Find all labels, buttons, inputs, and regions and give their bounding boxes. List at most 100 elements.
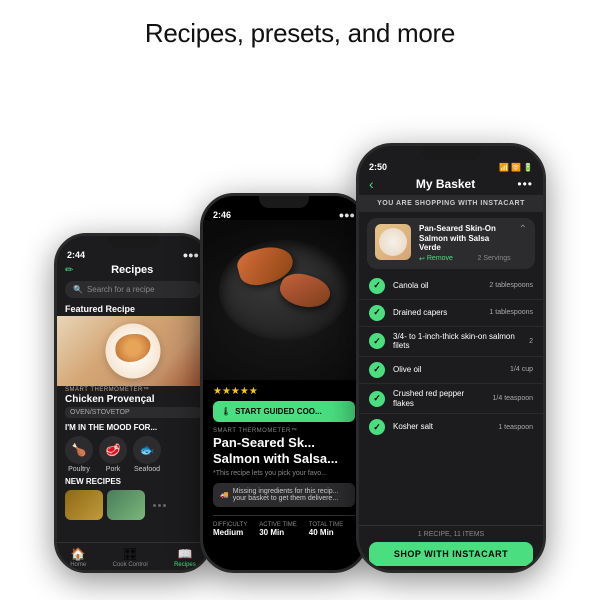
recipe-card[interactable]: Pan-Seared Skin-On Salmon with Salsa Ver… xyxy=(367,218,535,269)
ingredient-kosher-salt: ✓ Kosher salt 1 teaspoon xyxy=(359,414,543,440)
mid-stats: DIFFICULTY Medium ACTIVE TIME 30 Min TOT… xyxy=(213,515,355,537)
basket-footer: 1 RECIPE, 11 ITEMS SHOP WITH INSTACART xyxy=(359,525,543,570)
recipes-title: Recipes xyxy=(111,264,153,276)
recipe-card-info: Pan-Seared Skin-On Salmon with Salsa Ver… xyxy=(419,224,511,263)
mid-tag: SMART THERMOMETER™ xyxy=(213,428,355,434)
phone-right: 2:50 📶 🛜 🔋 ‹ My Basket ••• YOU ARE SHOPP… xyxy=(356,143,546,573)
notch-middle xyxy=(259,196,309,208)
recipe-method-badge: OVEN/STOVETOP xyxy=(65,407,201,418)
poultry-icon: 🍗 xyxy=(65,436,93,464)
servings-label: 2 Servings xyxy=(478,255,511,263)
ingredient-amount-salt: 1 teaspoon xyxy=(498,424,533,431)
shop-with-instacart-button[interactable]: SHOP WITH INSTACART xyxy=(369,542,533,566)
search-bar[interactable]: 🔍 Search for a recipe xyxy=(65,281,201,298)
mid-recipe-name: Pan-Seared Sk... Salmon with Salsa... xyxy=(213,435,355,466)
recipe-name-left: Chicken Provençal xyxy=(57,394,209,405)
nav-cook-control[interactable]: 🎛 Cook Control xyxy=(113,547,148,568)
page-title: Recipes, presets, and more xyxy=(145,0,455,63)
start-cooking-label: START GUIDED COO... xyxy=(235,407,322,416)
cook-control-icon: 🎛 xyxy=(123,547,138,561)
recipes-header: ✏ Recipes xyxy=(57,260,209,279)
mid-missing-text: Missing ingredients for this recip... yo… xyxy=(233,488,348,502)
check-pepper[interactable]: ✓ xyxy=(369,391,385,407)
start-cooking-button[interactable]: 🌡 START GUIDED COO... xyxy=(213,401,355,422)
nav-recipes-label: Recipes xyxy=(174,562,196,568)
notch-right xyxy=(421,146,481,160)
ingredient-amount-canola: 2 tablespoons xyxy=(489,282,533,289)
featured-image xyxy=(57,316,209,386)
recipe-thumb-1[interactable] xyxy=(65,490,103,520)
status-bar-right: 2:50 📶 🛜 🔋 xyxy=(359,160,543,172)
ingredient-name-capers: Drained capers xyxy=(393,308,481,318)
remove-icon: ↩ xyxy=(419,255,425,263)
nav-recipes[interactable]: 📖 Recipes xyxy=(174,547,196,568)
phone-left: 2:44 ●●● ✏ Recipes 🔍 Search for a recipe… xyxy=(54,233,212,573)
remove-label: Remove xyxy=(427,255,453,262)
edit-icon: ✏ xyxy=(65,265,73,276)
recipe-thumb-2[interactable] xyxy=(107,490,145,520)
ingredient-name-pepper: Crushed red pepper flakes xyxy=(393,389,485,408)
ingredient-canola-oil: ✓ Canola oil 2 tablespoons xyxy=(359,273,543,300)
ingredient-amount-pepper: 1/4 teaspoon xyxy=(493,395,533,402)
signal-middle: ●●● xyxy=(339,210,355,220)
remove-action[interactable]: ↩ Remove xyxy=(419,255,453,263)
ingredient-name-canola: Canola oil xyxy=(393,281,481,291)
check-canola[interactable]: ✓ xyxy=(369,278,385,294)
ingredient-name-salt: Kosher salt xyxy=(393,422,490,432)
ingredient-name-olive: Olive oil xyxy=(393,365,502,375)
ingredient-amount-capers: 1 tablespoons xyxy=(489,309,533,316)
phone-middle: 2:46 ●●● ★★★★★ 🌡 START GUIDED COO... SMA… xyxy=(200,193,368,573)
check-salt[interactable]: ✓ xyxy=(369,419,385,435)
recipe-card-chevron: ⌃ xyxy=(519,224,527,235)
time-right: 2:50 xyxy=(369,162,387,172)
time-left: 2:44 xyxy=(67,250,85,260)
check-olive[interactable]: ✓ xyxy=(369,362,385,378)
delivery-icon: 🚚 xyxy=(220,491,229,499)
pork-label: Pork xyxy=(106,466,120,473)
thermometer-icon: 🌡 xyxy=(221,407,231,416)
featured-label: Featured Recipe xyxy=(57,302,209,316)
ingredient-name-salmon: 3/4- to 1-inch-thick skin-on salmon file… xyxy=(393,332,521,351)
seafood-icon: 🐟 xyxy=(133,436,161,464)
status-bar-middle: 2:46 ●●● xyxy=(203,208,365,220)
phones-row: 2:44 ●●● ✏ Recipes 🔍 Search for a recipe… xyxy=(0,63,600,573)
ingredient-list: ✓ Canola oil 2 tablespoons ✓ Drained cap… xyxy=(359,273,543,521)
food-photo xyxy=(203,220,365,380)
mid-missing-box: 🚚 Missing ingredients for this recip... … xyxy=(213,483,355,507)
ingredient-red-pepper: ✓ Crushed red pepper flakes 1/4 teaspoon xyxy=(359,384,543,414)
signal-right: 📶 🛜 🔋 xyxy=(499,163,533,172)
status-bar-left: 2:44 ●●● xyxy=(57,248,209,260)
recipe-card-name: Pan-Seared Skin-On Salmon with Salsa Ver… xyxy=(419,224,511,253)
more-button[interactable]: ••• xyxy=(517,177,533,191)
mood-section: I'M IN THE MOOD FOR... 🍗 Poultry 🥩 Pork … xyxy=(57,420,209,475)
check-salmon[interactable]: ✓ xyxy=(369,333,385,349)
items-count: 1 RECIPE, 11 ITEMS xyxy=(369,531,533,538)
basket-header: ‹ My Basket ••• xyxy=(359,172,543,195)
check-capers[interactable]: ✓ xyxy=(369,305,385,321)
bottom-nav-left: 🏠 Home 🎛 Cook Control 📖 Recipes xyxy=(57,542,209,570)
mood-pork[interactable]: 🥩 Pork xyxy=(99,436,127,473)
seafood-label: Seafood xyxy=(134,466,160,473)
time-middle: 2:46 xyxy=(213,210,231,220)
recipe-card-image xyxy=(375,224,411,260)
ingredient-olive-oil: ✓ Olive oil 1/4 cup xyxy=(359,357,543,384)
ingredient-amount-salmon: 2 xyxy=(529,338,533,345)
nav-cook-label: Cook Control xyxy=(113,562,148,568)
search-placeholder: Search for a recipe xyxy=(87,285,155,294)
recipe-more-dots[interactable] xyxy=(149,490,169,520)
recipe-tag: SMART THERMOMETER™ xyxy=(57,386,209,394)
mood-seafood[interactable]: 🐟 Seafood xyxy=(133,436,161,473)
mood-poultry[interactable]: 🍗 Poultry xyxy=(65,436,93,473)
stat-active-time: ACTIVE TIME 30 Min xyxy=(259,522,297,537)
nav-home[interactable]: 🏠 Home xyxy=(70,547,86,568)
recipes-icon: 📖 xyxy=(177,547,192,561)
mood-title: I'M IN THE MOOD FOR... xyxy=(65,423,201,432)
stat-total-time: TOTAL TIME 40 Min xyxy=(309,522,343,537)
stat-difficulty: DIFFICULTY Medium xyxy=(213,522,247,537)
home-icon: 🏠 xyxy=(71,547,86,561)
nav-home-label: Home xyxy=(70,562,86,568)
poultry-label: Poultry xyxy=(68,466,90,473)
ingredient-capers: ✓ Drained capers 1 tablespoons xyxy=(359,300,543,327)
signal-left: ●●● xyxy=(183,250,199,260)
ingredient-salmon-filets: ✓ 3/4- to 1-inch-thick skin-on salmon fi… xyxy=(359,327,543,357)
